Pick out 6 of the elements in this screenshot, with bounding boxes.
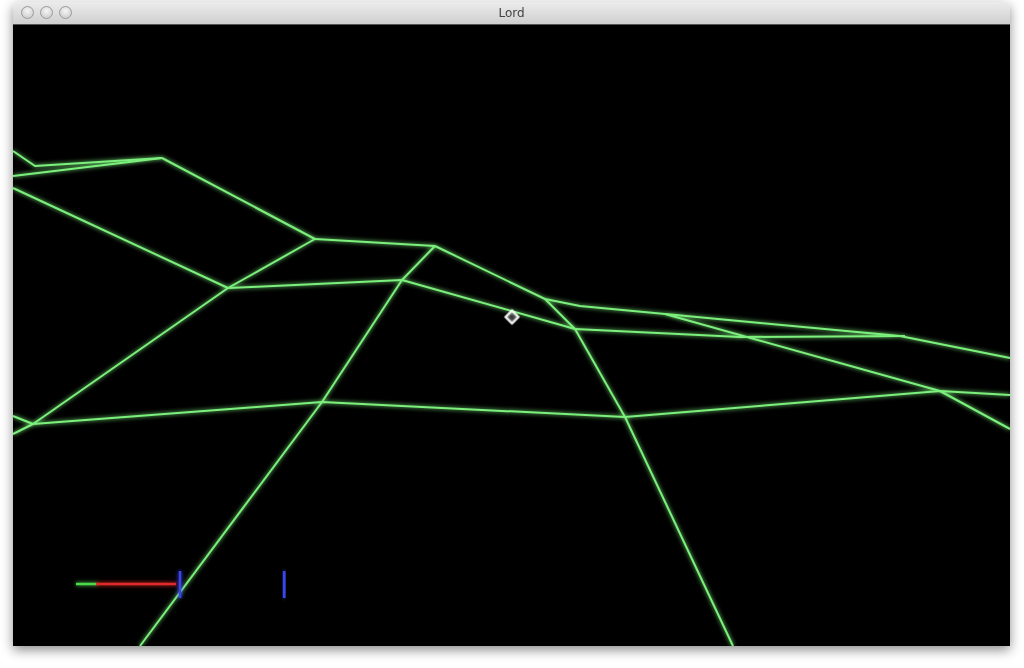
window-title: Lord [498, 6, 525, 20]
close-button[interactable] [21, 6, 34, 19]
position-marker [283, 571, 286, 598]
diamond-cursor-icon [504, 309, 520, 325]
zoom-button[interactable] [59, 6, 72, 19]
minimize-button[interactable] [40, 6, 53, 19]
